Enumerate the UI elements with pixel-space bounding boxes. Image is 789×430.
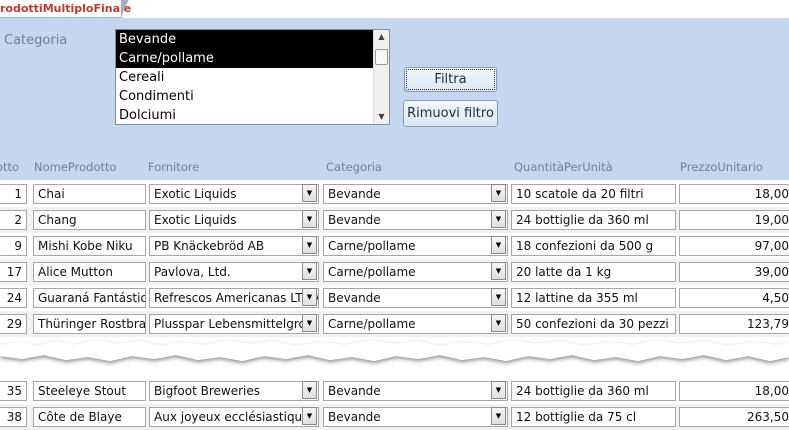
table-row: 24 Guaraná Fantástica Refrescos Americanas… [0,285,789,311]
dropdown-arrow-icon[interactable]: ▼ [302,314,317,332]
cell-fornitore[interactable]: Pavlova, Ltd. [149,262,319,282]
dropdown-arrow-icon[interactable]: ▼ [302,288,317,306]
cell-id[interactable]: 2 [0,210,27,230]
dropdown-arrow-icon[interactable]: ▼ [302,210,317,228]
cell-quantita[interactable]: 12 lattine da 355 ml [511,288,676,308]
column-header-nome: NomeProdotto [34,160,117,174]
cell-fornitore[interactable]: Exotic Liquids [149,184,319,204]
dropdown-arrow-icon[interactable]: ▼ [302,236,317,254]
cell-categoria[interactable]: Carne/pollame [323,236,508,256]
scroll-up-arrow-icon[interactable]: ▲ [374,30,389,44]
cell-categoria[interactable]: Bevande [323,288,508,308]
cell-id[interactable]: 1 [0,184,27,204]
listbox-item[interactable]: Dolciumi [116,106,374,124]
document-tab-strip: rodottiMultiploFinale [0,0,789,18]
torn-page-break [0,340,789,361]
cell-quantita[interactable]: 12 bottiglie da 75 cl [511,407,676,427]
cell-quantita[interactable]: 10 scatole da 20 filtri [511,184,676,204]
cell-id[interactable]: 29 [0,314,27,334]
listbox-item[interactable]: Carne/pollame [116,49,374,68]
dropdown-arrow-icon[interactable]: ▼ [302,381,317,399]
document-tab[interactable]: rodottiMultiploFinale [0,0,131,18]
cell-prezzo[interactable]: 123,79 [679,314,789,334]
cell-prezzo[interactable]: 263,50 [679,407,789,427]
cell-nome[interactable]: Chang [33,210,146,230]
dropdown-arrow-icon[interactable]: ▼ [491,210,506,228]
listbox-item[interactable]: Condimenti [116,87,374,106]
category-label: Categoria [4,33,68,48]
cell-prezzo[interactable]: 4,50 [679,288,789,308]
cell-prezzo[interactable]: 97,00 [679,236,789,256]
table-row: 35 Steeleye Stout Bigfoot Breweries ▼ Bevand… [0,378,789,404]
cell-categoria[interactable]: Bevande [323,210,508,230]
dropdown-arrow-icon[interactable]: ▼ [491,314,506,332]
dropdown-arrow-icon[interactable]: ▼ [491,407,506,425]
cell-prezzo[interactable]: 39,00 [679,262,789,282]
cell-prezzo[interactable]: 18,00 [679,184,789,204]
cell-fornitore[interactable]: Bigfoot Breweries [149,381,319,401]
dropdown-arrow-icon[interactable]: ▼ [491,184,506,202]
dropdown-arrow-icon[interactable]: ▼ [302,184,317,202]
scroll-down-arrow-icon[interactable]: ▼ [374,110,389,124]
cell-prezzo[interactable]: 19,00 [679,210,789,230]
cell-categoria[interactable]: Bevande [323,381,508,401]
dropdown-arrow-icon[interactable]: ▼ [491,381,506,399]
cell-id[interactable]: 35 [0,381,27,401]
dropdown-arrow-icon[interactable]: ▼ [302,407,317,425]
cell-nome[interactable]: Thüringer Rostbratw [33,314,146,334]
category-listbox[interactable]: Bevande Carne/pollame Cereali Condimenti… [115,29,390,125]
scroll-thumb[interactable] [375,49,388,65]
column-header-categoria: Categoria [326,160,382,174]
cell-nome[interactable]: Steeleye Stout [33,381,146,401]
cell-id[interactable]: 24 [0,288,27,308]
cell-nome[interactable]: Côte de Blaye [33,407,146,427]
cell-quantita[interactable]: 24 bottiglie da 360 ml [511,210,676,230]
cell-fornitore[interactable]: Plusspar Lebensmittelgroß [149,314,319,334]
cell-categoria[interactable]: Carne/pollame [323,262,508,282]
table-row: 1 Chai Exotic Liquids ▼ Bevande ▼ 10 scatole d… [0,181,789,207]
cell-id[interactable]: 38 [0,407,27,427]
listbox-scrollbar[interactable]: ▲ ▼ [373,30,389,124]
table-row: 29 Thüringer RostbratwPlusspar Lebensmitt… [0,311,789,337]
table-row: 38 Côte de Blaye Aux joyeux ecclésiastique… [0,404,789,430]
remove-filter-button[interactable]: Rimuovi filtro [403,100,498,127]
cell-categoria[interactable]: Bevande [323,407,508,427]
filter-button[interactable]: Filtra [404,67,497,92]
cell-id[interactable]: 9 [0,236,27,256]
cell-fornitore[interactable]: Refrescos Americanas LTDA [149,288,319,308]
cell-fornitore[interactable]: Aux joyeux ecclésiastiques [149,407,319,427]
cell-nome[interactable]: Alice Mutton [33,262,146,282]
cell-fornitore[interactable]: PB Knäckebröd AB [149,236,319,256]
table-row: 9 Mishi Kobe Niku PB Knäckebröd AB ▼ Carne/p… [0,233,789,259]
table-row: 17 Alice Mutton Pavlova, Ltd. ▼ Carne/pollam… [0,259,789,285]
cell-categoria[interactable]: Bevande [323,184,508,204]
column-header-fornitore: Fornitore [148,160,200,174]
cell-nome[interactable]: Mishi Kobe Niku [33,236,146,256]
column-header-quantita: QuantitàPerUnità [514,160,613,174]
column-header-row: otto NomeProdotto Fornitore Categoria Qu… [0,151,789,180]
listbox-item[interactable]: Bevande [116,30,374,49]
cell-categoria[interactable]: Carne/pollame [323,314,508,334]
cell-prezzo[interactable]: 18,00 [679,381,789,401]
dropdown-arrow-icon[interactable]: ▼ [491,262,506,280]
cell-nome[interactable]: Guaraná Fantástica [33,288,146,308]
column-header-prezzo: PrezzoUnitario [680,160,763,174]
cell-id[interactable]: 17 [0,262,27,282]
dropdown-arrow-icon[interactable]: ▼ [491,288,506,306]
listbox-item[interactable]: Cereali [116,68,374,87]
cell-quantita[interactable]: 50 confezioni da 30 pezzi [511,314,676,334]
cell-quantita[interactable]: 24 bottiglie da 360 ml [511,381,676,401]
cell-nome[interactable]: Chai [33,184,146,204]
column-header-id: otto [0,160,20,174]
cell-quantita[interactable]: 20 latte da 1 kg [511,262,676,282]
cell-quantita[interactable]: 18 confezioni da 500 g [511,236,676,256]
table-row: 2 Chang Exotic Liquids ▼ Bevande ▼ 24 bottigli… [0,207,789,233]
cell-fornitore[interactable]: Exotic Liquids [149,210,319,230]
dropdown-arrow-icon[interactable]: ▼ [491,236,506,254]
dropdown-arrow-icon[interactable]: ▼ [302,262,317,280]
